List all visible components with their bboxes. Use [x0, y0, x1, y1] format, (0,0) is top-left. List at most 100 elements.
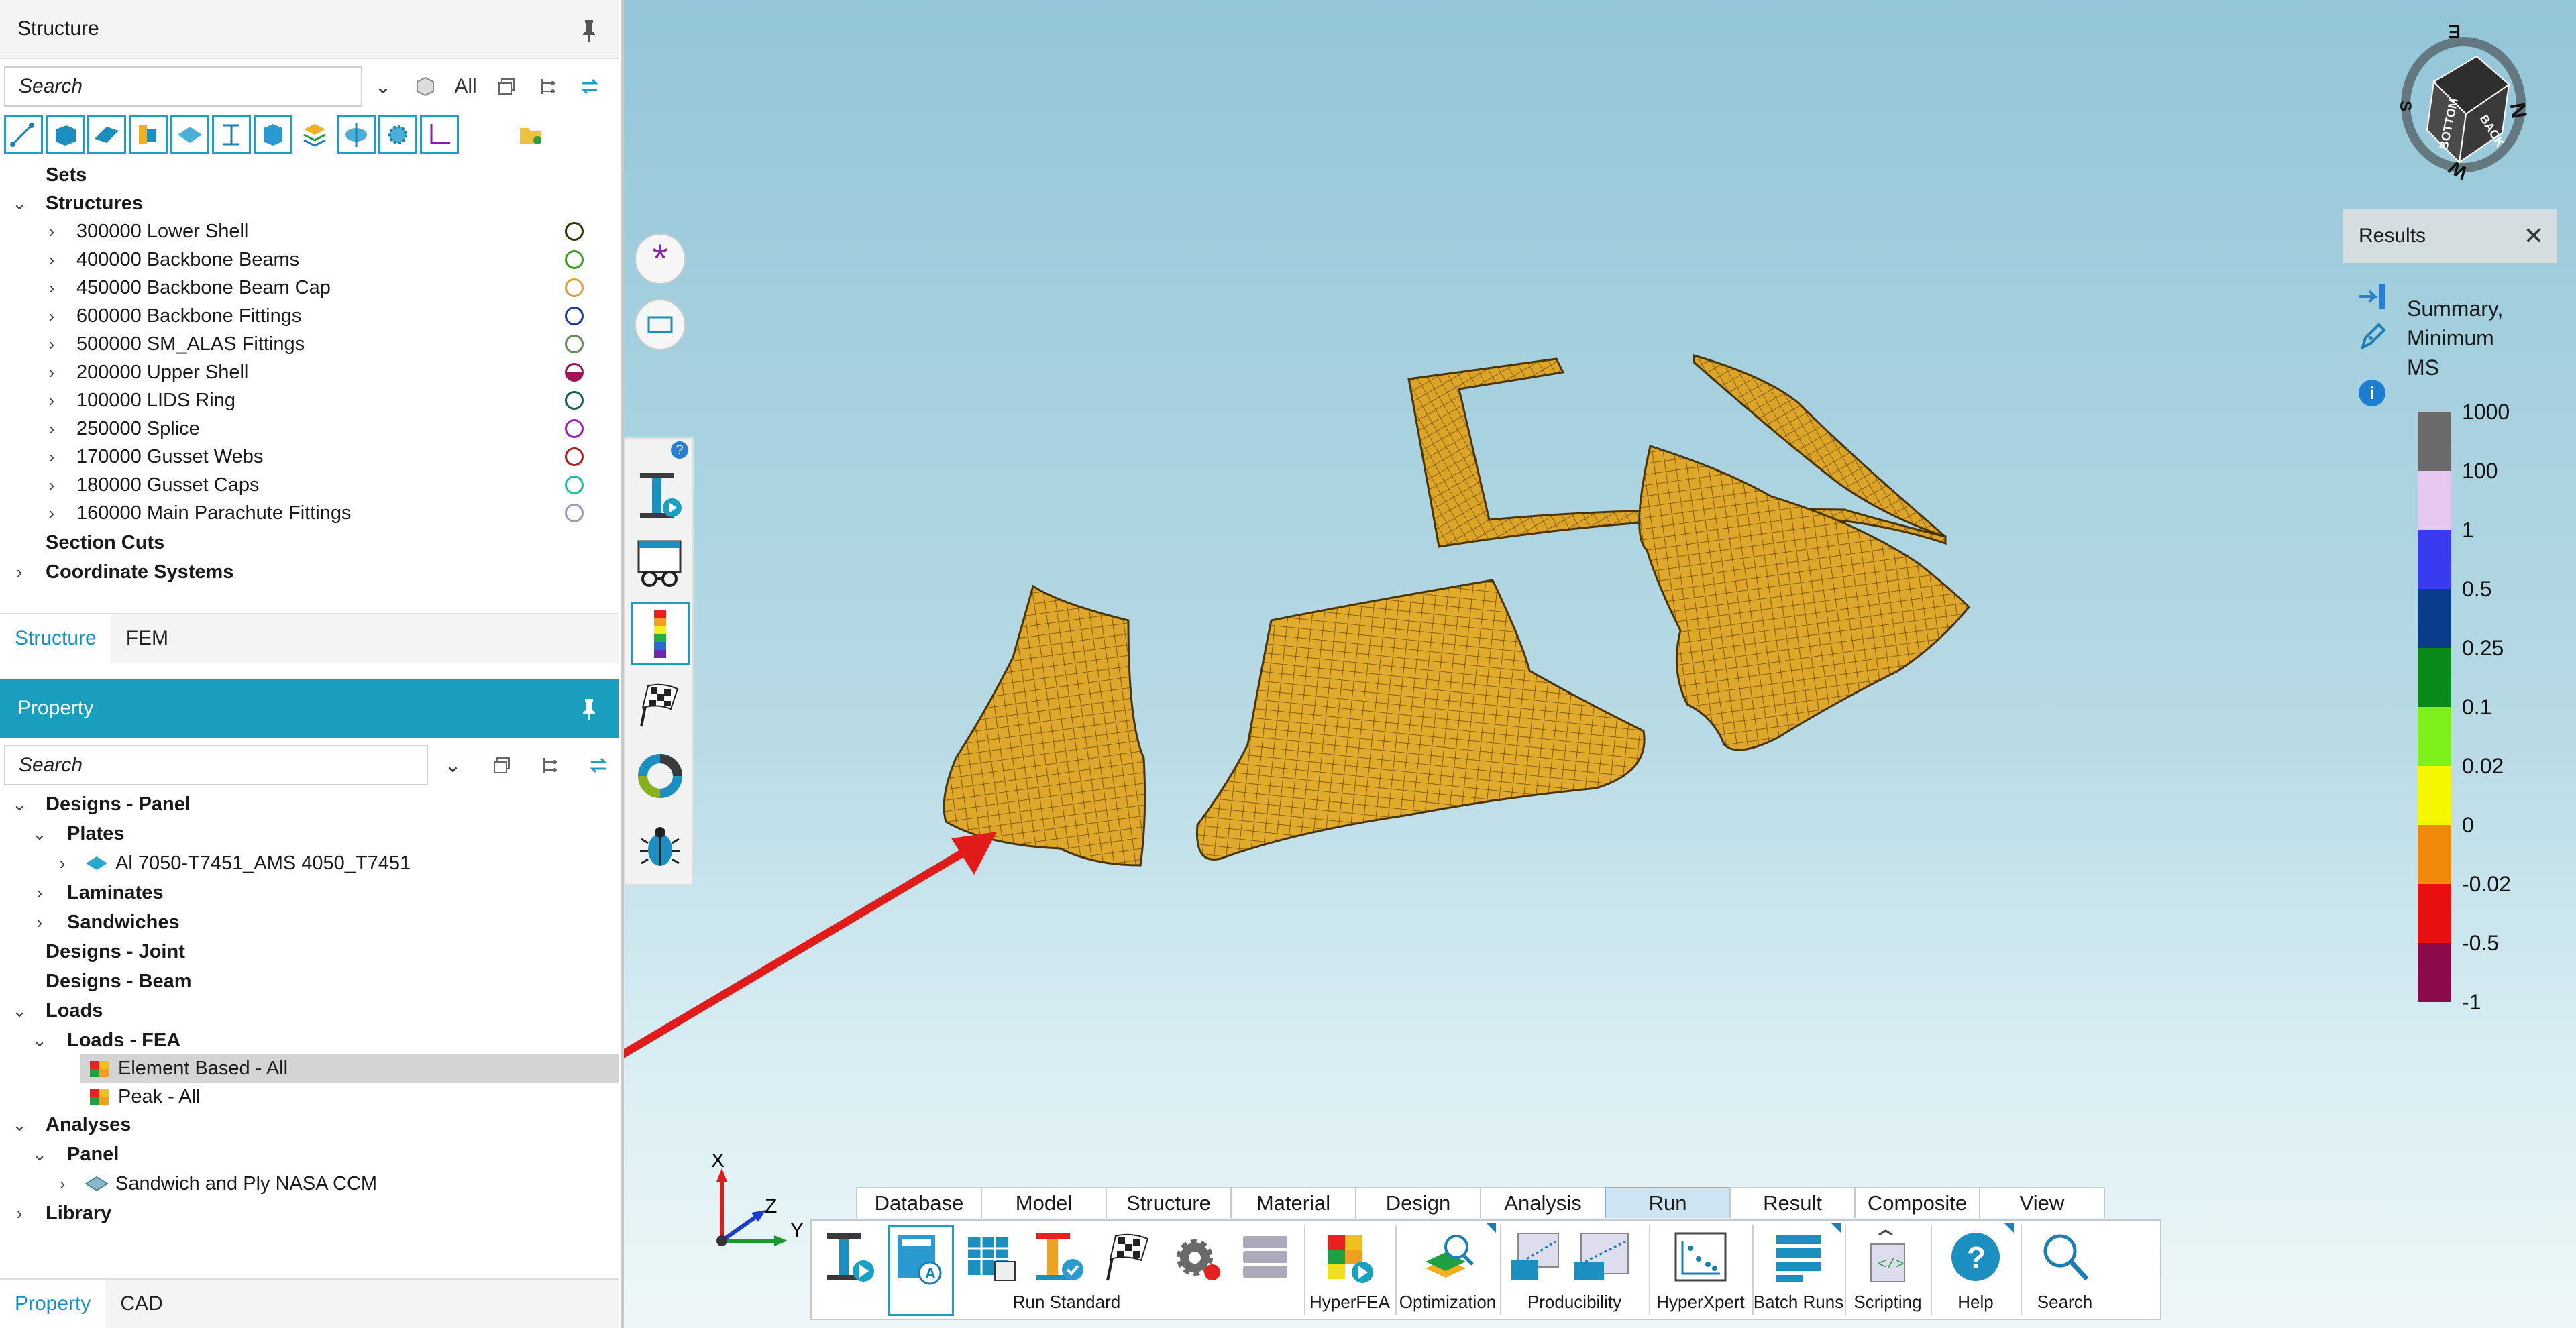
- ribbon-tab-analysis[interactable]: Analysis: [1480, 1187, 1606, 1218]
- ribbon-tab-view[interactable]: View: [1979, 1187, 2105, 1218]
- chevron-right-icon[interactable]: ›: [42, 475, 62, 495]
- plate-icon[interactable]: [170, 115, 209, 154]
- tree-panel[interactable]: ⌄ Panel: [30, 1140, 119, 1168]
- chevron-down-icon[interactable]: ⌄: [9, 193, 30, 213]
- structure-item[interactable]: › 200000 Upper Shell: [42, 358, 619, 386]
- panel-icon[interactable]: [87, 115, 126, 154]
- tree-library[interactable]: › Library: [9, 1199, 112, 1227]
- ribbon-tab-result[interactable]: Result: [1729, 1187, 1856, 1218]
- cube-icon[interactable]: [254, 115, 292, 154]
- structure-item[interactable]: › 180000 Gusset Caps: [42, 471, 619, 499]
- ribbon-tab-material[interactable]: Material: [1230, 1187, 1356, 1218]
- chevron-down-icon[interactable]: ⌄: [30, 1030, 50, 1050]
- tree-section-cuts[interactable]: Section Cuts: [46, 529, 164, 557]
- close-icon[interactable]: ✕: [2524, 222, 2544, 250]
- chevron-right-icon[interactable]: ›: [42, 334, 62, 354]
- color-swatch-icon[interactable]: [565, 250, 584, 269]
- tree-coordinate-systems[interactable]: › Coordinate Systems: [9, 558, 234, 586]
- batch-runs-button[interactable]: Batch Runs: [1754, 1225, 1843, 1316]
- structure-item[interactable]: › 100000 LIDS Ring: [42, 386, 619, 414]
- chevron-right-icon[interactable]: ›: [42, 419, 62, 439]
- chevron-right-icon[interactable]: ›: [42, 447, 62, 467]
- info-icon[interactable]: i: [2359, 380, 2385, 406]
- collapse-all-icon[interactable]: [478, 744, 526, 786]
- layers-icon[interactable]: [295, 115, 334, 154]
- tree-plates[interactable]: ⌄ Plates: [30, 820, 124, 848]
- ribbon-tab-design[interactable]: Design: [1355, 1187, 1481, 1218]
- tree-structures[interactable]: ⌄ Structures: [9, 189, 143, 217]
- tree-loads[interactable]: ⌄ Loads: [9, 997, 103, 1025]
- chevron-right-icon[interactable]: ›: [9, 1203, 30, 1223]
- tree-sandwich-item[interactable]: › Sandwich and Ply NASA CCM: [52, 1170, 377, 1198]
- tree-analyses[interactable]: ⌄ Analyses: [9, 1111, 131, 1139]
- tab-cad[interactable]: CAD: [105, 1280, 177, 1328]
- fastener-icon[interactable]: [337, 115, 376, 154]
- structure-item[interactable]: › 500000 SM_ALAS Fittings: [42, 330, 619, 358]
- color-swatch-icon[interactable]: [565, 447, 584, 466]
- pin-left-icon[interactable]: [2356, 280, 2388, 316]
- tab-structure[interactable]: Structure: [0, 614, 111, 663]
- tree-designs-panel[interactable]: ⌄ Designs - Panel: [9, 790, 191, 818]
- new-folder-icon[interactable]: [511, 115, 550, 154]
- mesh-part-2[interactable]: [1195, 579, 1646, 861]
- chevron-down-icon[interactable]: ⌄: [30, 1144, 50, 1164]
- structure-item[interactable]: › 450000 Backbone Beam Cap: [42, 274, 619, 302]
- chevron-down-icon[interactable]: ⌄: [9, 794, 30, 814]
- coordinate-icon[interactable]: [420, 115, 459, 154]
- chevron-right-icon[interactable]: ›: [9, 562, 30, 582]
- fea-mesh-parts[interactable]: [943, 354, 1971, 867]
- nodes-icon[interactable]: [4, 115, 43, 154]
- chevron-down-icon[interactable]: ⌄: [30, 824, 50, 844]
- color-swatch-icon[interactable]: [565, 504, 584, 522]
- solid-icon[interactable]: [46, 115, 85, 154]
- tree-sandwiches[interactable]: › Sandwiches: [30, 908, 180, 936]
- tree-sets[interactable]: Sets: [46, 161, 87, 189]
- tree-designs-joint[interactable]: Designs - Joint: [46, 938, 185, 966]
- gear-part-icon[interactable]: [378, 115, 417, 154]
- tab-fem[interactable]: FEM: [111, 614, 183, 663]
- tree-element-based[interactable]: Element Based - All: [80, 1054, 619, 1083]
- hyperxpert-button[interactable]: HyperXpert: [1652, 1225, 1750, 1316]
- structure-item[interactable]: › 600000 Backbone Fittings: [42, 302, 619, 330]
- i-beam-icon[interactable]: [212, 115, 251, 154]
- chevron-right-icon[interactable]: ›: [52, 1174, 72, 1194]
- chevron-right-icon[interactable]: ›: [42, 362, 62, 382]
- hyperfea-button[interactable]: HyperFEA: [1307, 1225, 1393, 1316]
- search-button[interactable]: Search: [2023, 1225, 2106, 1316]
- tab-property[interactable]: Property: [0, 1280, 106, 1328]
- chevron-down-icon[interactable]: ⌄: [428, 744, 478, 786]
- color-swatch-icon[interactable]: [565, 363, 584, 382]
- fea-mesh-view[interactable]: [624, 0, 2576, 1328]
- chevron-right-icon[interactable]: ›: [30, 883, 50, 903]
- ribbon-tab-structure[interactable]: Structure: [1106, 1187, 1232, 1218]
- model-viewport[interactable]: * ? BOTTOM BACK E S W N Results ✕ i Summ…: [624, 0, 2576, 1328]
- chevron-right-icon[interactable]: ›: [42, 503, 62, 523]
- color-swatch-icon[interactable]: [565, 278, 584, 297]
- view-cube[interactable]: BOTTOM BACK E S W N: [2396, 19, 2530, 193]
- structure-item[interactable]: › 160000 Main Parachute Fittings: [42, 499, 619, 527]
- beam-icon[interactable]: [129, 115, 168, 154]
- chevron-right-icon[interactable]: ›: [42, 250, 62, 270]
- filter-all-label[interactable]: All: [445, 66, 486, 107]
- tree-designs-beam[interactable]: Designs - Beam: [46, 967, 192, 995]
- tree-loads-fea[interactable]: ⌄ Loads - FEA: [30, 1026, 180, 1054]
- chevron-down-icon[interactable]: ⌄: [9, 1115, 30, 1135]
- color-swatch-icon[interactable]: [565, 335, 584, 353]
- chevron-right-icon[interactable]: ›: [42, 306, 62, 326]
- mesh-part-5[interactable]: [1638, 445, 1971, 751]
- tree-view-icon[interactable]: [527, 66, 569, 107]
- cube-filter-icon[interactable]: [404, 66, 445, 107]
- pen-icon[interactable]: [2356, 321, 2388, 356]
- scripting-button[interactable]: </> Scripting: [1847, 1225, 1928, 1316]
- chevron-right-icon[interactable]: ›: [42, 221, 62, 241]
- chevron-down-icon[interactable]: ⌄: [362, 66, 404, 107]
- ribbon-tab-database[interactable]: Database: [856, 1187, 982, 1218]
- structure-search-input[interactable]: Search: [4, 66, 362, 107]
- server-button[interactable]: [1233, 1225, 1297, 1316]
- tree-view-icon[interactable]: [526, 744, 574, 786]
- sync-icon[interactable]: [569, 66, 610, 107]
- chevron-down-icon[interactable]: ⌄: [9, 1001, 30, 1021]
- chevron-right-icon[interactable]: ›: [52, 853, 72, 873]
- property-search-input[interactable]: Search: [4, 745, 428, 785]
- chevron-right-icon[interactable]: ›: [42, 278, 62, 298]
